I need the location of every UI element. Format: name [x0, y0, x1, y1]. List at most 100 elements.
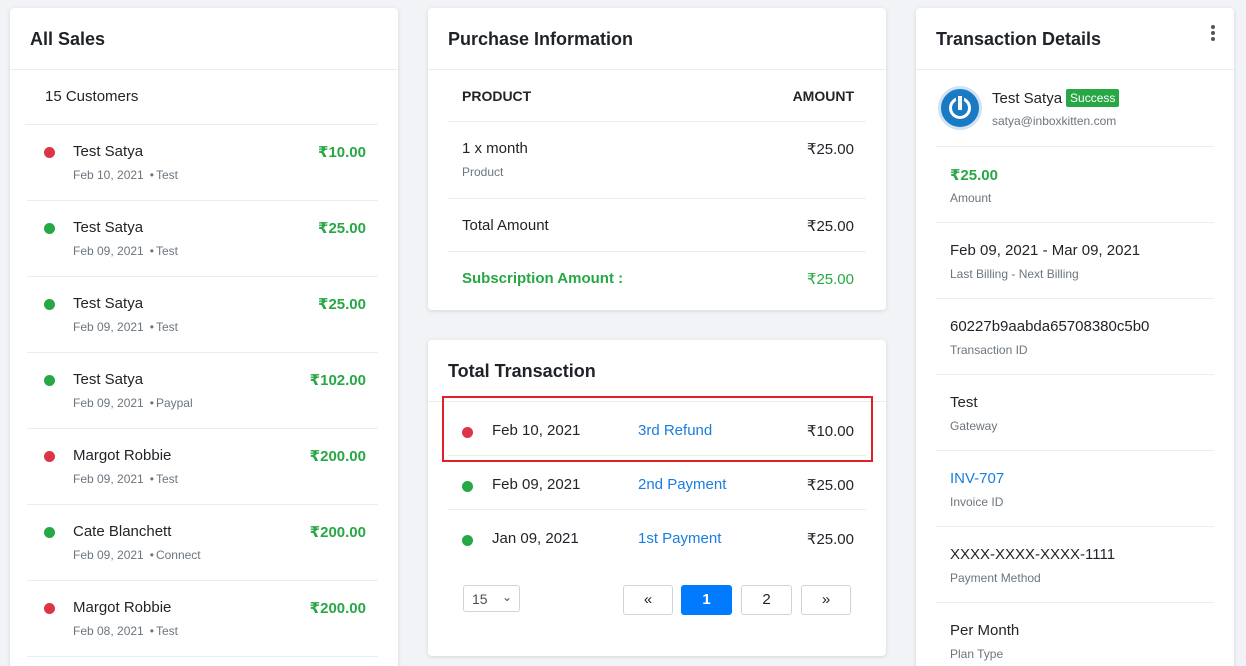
transaction-amount: ₹25.00: [806, 477, 854, 494]
status-dot: [462, 535, 473, 546]
product-amount: ₹25.00: [806, 141, 854, 158]
product-name: 1 x month: [462, 140, 528, 157]
transaction-row: Jan 09, 2021 1st Payment ₹25.00: [448, 510, 866, 564]
sale-meta: Feb 08, 2021 • Test: [73, 624, 178, 638]
customer-summary: Test Satya Success satya@inboxkitten.com: [936, 70, 1214, 147]
all-sales-card: All Sales 15 Customers Test Satya Feb 10,…: [10, 8, 398, 666]
sale-amount: ₹200.00: [309, 524, 366, 541]
total-amount-label: Total Amount: [462, 217, 549, 234]
sale-list-item[interactable]: Cate Blanchett Feb 09, 2021 • Connect ₹200.0…: [27, 505, 378, 581]
status-dot: [462, 481, 473, 492]
sale-amount: ₹102.00: [309, 372, 366, 389]
sale-date: Feb 09, 2021: [73, 548, 144, 562]
transaction-details-title: Transaction Details: [916, 8, 1234, 70]
sales-list: Test Satya Feb 10, 2021 • Test ₹10.00 Test Sa…: [10, 125, 398, 657]
bullet-separator: •: [149, 320, 154, 334]
sale-customer-name: Test Satya: [73, 143, 144, 160]
detail-transaction-id-value: 60227b9aabda65708380c5b0: [950, 318, 1150, 335]
sale-customer-name: Cate Blanchett: [73, 523, 172, 540]
bullet-separator: •: [149, 548, 154, 562]
sale-meta: Feb 09, 2021 • Connect: [73, 548, 201, 562]
sale-meta: Feb 09, 2021 • Test: [73, 472, 178, 486]
sale-date: Feb 09, 2021: [73, 472, 144, 486]
sale-date: Feb 09, 2021: [73, 244, 144, 258]
status-dot: [44, 603, 55, 614]
purchase-header-row: PRODUCT AMOUNT: [448, 70, 866, 122]
product-row: 1 x month Product ₹25.00: [448, 122, 866, 199]
sale-meta: Feb 10, 2021 • Test: [73, 168, 178, 182]
detail-invoice-label: Invoice ID: [950, 495, 1004, 509]
detail-invoice: INV-707 Invoice ID: [936, 451, 1214, 527]
detail-payment-method-label: Payment Method: [950, 571, 1041, 585]
detail-gateway: Test Gateway: [936, 375, 1214, 451]
sale-list-item[interactable]: Test Satya Feb 10, 2021 • Test ₹10.00: [27, 125, 378, 201]
next-page-button[interactable]: »: [801, 585, 851, 615]
purchase-information-card: Purchase Information PRODUCT AMOUNT 1 x …: [428, 8, 886, 310]
status-dot: [44, 527, 55, 538]
status-dot: [44, 299, 55, 310]
sale-list-item[interactable]: Margot Robbie Feb 08, 2021 • Test ₹200.00: [27, 581, 378, 657]
bullet-separator: •: [149, 624, 154, 638]
status-dot: [44, 147, 55, 158]
subscription-amount-value: ₹25.00: [806, 271, 854, 288]
avatar: [938, 86, 982, 130]
customers-count: 15 Customers: [25, 70, 378, 125]
product-sub-label: Product: [462, 165, 504, 179]
sale-amount: ₹10.00: [318, 144, 366, 161]
more-options-icon[interactable]: [1210, 25, 1216, 43]
detail-amount-label: Amount: [950, 191, 992, 205]
sale-customer-name: Test Satya: [73, 219, 144, 236]
bullet-separator: •: [149, 472, 154, 486]
transaction-date: Feb 09, 2021: [492, 476, 581, 493]
customer-name-line: Test Satya Success: [992, 89, 1120, 107]
product-column-header: PRODUCT: [462, 88, 532, 104]
sale-gateway: Test: [155, 320, 178, 334]
transaction-amount: ₹25.00: [806, 531, 854, 548]
sale-customer-name: Margot Robbie: [73, 599, 172, 616]
total-amount-value: ₹25.00: [806, 218, 854, 235]
total-transaction-card: Total Transaction Feb 10, 2021 3rd Refund…: [428, 340, 886, 656]
sale-customer-name: Margot Robbie: [73, 447, 172, 464]
invoice-id-link[interactable]: INV-707: [950, 470, 1004, 487]
detail-transaction-id-label: Transaction ID: [950, 343, 1028, 357]
prev-page-button[interactable]: «: [623, 585, 673, 615]
customer-name: Test Satya: [992, 90, 1063, 107]
total-amount-row: Total Amount ₹25.00: [448, 199, 866, 252]
status-dot: [44, 375, 55, 386]
sale-list-item[interactable]: Test Satya Feb 09, 2021 • Test ₹25.00: [27, 277, 378, 353]
sale-gateway: Connect: [155, 548, 201, 562]
bullet-separator: •: [149, 244, 154, 258]
customer-email: satya@inboxkitten.com: [992, 114, 1117, 128]
highlight-box: [442, 396, 873, 462]
status-dot: [44, 223, 55, 234]
sale-list-item[interactable]: Margot Robbie Feb 09, 2021 • Test ₹200.00: [27, 429, 378, 505]
transaction-details-card: Transaction Details Test Satya Success sa…: [916, 8, 1234, 666]
amount-column-header: AMOUNT: [792, 88, 854, 104]
all-sales-title: All Sales: [10, 8, 398, 70]
sale-gateway: Test: [155, 168, 178, 182]
page-2-button[interactable]: 2: [741, 585, 792, 615]
sale-date: Feb 09, 2021: [73, 396, 144, 410]
sale-gateway: Test: [155, 472, 178, 486]
detail-billing-value: Feb 09, 2021 - Mar 09, 2021: [950, 242, 1141, 259]
transaction-link[interactable]: 2nd Payment: [638, 476, 726, 493]
status-badge: Success: [1066, 89, 1120, 107]
per-page-value: 15: [472, 591, 488, 607]
total-transaction-title: Total Transaction: [428, 340, 886, 402]
sale-customer-name: Test Satya: [73, 295, 144, 312]
page-1-button[interactable]: 1: [681, 585, 732, 615]
detail-transaction-id: 60227b9aabda65708380c5b0 Transaction ID: [936, 299, 1214, 375]
sale-customer-name: Test Satya: [73, 371, 144, 388]
sale-list-item[interactable]: Test Satya Feb 09, 2021 • Paypal ₹102.00: [27, 353, 378, 429]
transaction-link[interactable]: 1st Payment: [638, 530, 721, 547]
per-page-select[interactable]: 15 ⌄: [463, 585, 520, 612]
bullet-separator: •: [149, 396, 154, 410]
detail-payment-method-value: XXXX-XXXX-XXXX-1111: [950, 546, 1116, 563]
sale-date: Feb 08, 2021: [73, 624, 144, 638]
sale-meta: Feb 09, 2021 • Test: [73, 320, 178, 334]
sale-list-item[interactable]: Test Satya Feb 09, 2021 • Test ₹25.00: [27, 201, 378, 277]
detail-payment-method: XXXX-XXXX-XXXX-1111 Payment Method: [936, 527, 1214, 603]
sale-gateway: Test: [155, 624, 178, 638]
subscription-amount-row: Subscription Amount : ₹25.00: [448, 252, 866, 306]
sale-amount: ₹25.00: [318, 296, 366, 313]
